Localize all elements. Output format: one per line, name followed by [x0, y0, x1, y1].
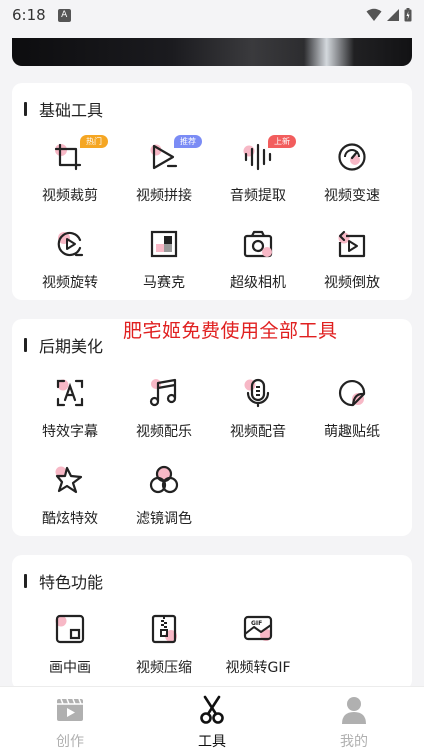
tool-label: 视频裁剪 — [42, 188, 98, 204]
gif-icon: GIF — [243, 615, 273, 641]
person-icon — [342, 697, 366, 724]
reverse-icon — [338, 230, 366, 258]
section-basic-tools: 基础工具 热门 视频裁剪 推荐 视频拼接 上新 音频提取 视频变速 视频旋转 马… — [12, 83, 412, 300]
tool-video-compress[interactable]: 视频压缩 — [117, 609, 211, 689]
status-bar: 6:18 A — [0, 0, 424, 30]
badge-recommend: 推荐 — [174, 135, 202, 148]
top-banner[interactable] — [12, 38, 412, 66]
tool-label: 滤镜调色 — [136, 511, 192, 527]
tab-create[interactable]: 创作 — [20, 687, 120, 755]
tool-picture-in-picture[interactable]: 画中画 — [23, 609, 117, 689]
tool-label: 音频提取 — [230, 188, 286, 204]
status-time: 6:18 — [12, 6, 46, 24]
microphone-icon — [244, 378, 270, 408]
tool-super-camera[interactable]: 超级相机 — [211, 224, 305, 304]
section-featured: 特色功能 画中画 视频压缩 GIF 视频转GIF — [12, 555, 412, 690]
section-title: 基础工具 — [24, 97, 103, 121]
badge-new: 上新 — [268, 135, 296, 148]
tool-video-music[interactable]: 视频配乐 — [117, 373, 211, 453]
tool-video-crop[interactable]: 热门 视频裁剪 — [23, 135, 117, 217]
tool-label: 萌趣贴纸 — [324, 424, 380, 440]
tool-label: 视频拼接 — [136, 188, 192, 204]
tool-fun-sticker[interactable]: 萌趣贴纸 — [305, 373, 399, 453]
tool-video-splice[interactable]: 推荐 视频拼接 — [117, 135, 211, 217]
tool-label: 视频压缩 — [136, 660, 192, 676]
filter-circles-icon — [149, 465, 179, 494]
bottom-tab-bar: 创作 工具 我的 — [0, 686, 424, 755]
tool-label: 视频旋转 — [42, 275, 98, 291]
section-title: 后期美化 — [24, 333, 103, 357]
tool-video-reverse[interactable]: 视频倒放 — [305, 224, 399, 304]
tab-label: 工具 — [198, 734, 226, 750]
section-title: 特色功能 — [24, 569, 103, 593]
tab-mine[interactable]: 我的 — [304, 687, 404, 755]
signal-icon — [387, 9, 399, 21]
tab-label: 创作 — [56, 734, 84, 750]
tool-video-speed[interactable]: 视频变速 — [305, 137, 399, 217]
tool-cool-effect[interactable]: 酷炫特效 — [23, 460, 117, 540]
promo-overlay-text: 肥宅姬免费使用全部工具 — [123, 320, 338, 342]
tool-mosaic[interactable]: 马赛克 — [117, 224, 211, 304]
subtitle-icon — [56, 379, 84, 407]
rotate-play-icon — [57, 231, 84, 257]
tool-label: 画中画 — [49, 660, 91, 676]
tool-label: 超级相机 — [230, 275, 286, 291]
scissors-icon — [200, 695, 224, 724]
tool-label: 特效字幕 — [42, 424, 98, 440]
camera-icon — [243, 230, 273, 258]
tool-label: 视频配乐 — [136, 424, 192, 440]
tab-tools[interactable]: 工具 — [162, 687, 262, 755]
music-note-icon — [149, 378, 177, 407]
film-play-icon — [57, 698, 83, 721]
section-post-beautify: 后期美化 特效字幕 视频配乐 视频配音 萌趣贴纸 酷炫特效 滤镜调色 — [12, 319, 412, 536]
tool-label: 视频配音 — [230, 424, 286, 440]
tool-label: 视频倒放 — [324, 275, 380, 291]
tool-label: 视频变速 — [324, 188, 380, 204]
svg-text:GIF: GIF — [251, 620, 262, 627]
tool-label: 酷炫特效 — [42, 511, 98, 527]
badge-hot: 热门 — [80, 135, 108, 148]
battery-icon — [404, 8, 412, 22]
tool-label: 视频转GIF — [225, 660, 291, 676]
tool-effect-subtitle[interactable]: 特效字幕 — [23, 373, 117, 453]
status-indicators — [366, 8, 412, 22]
tool-filter-color[interactable]: 滤镜调色 — [117, 460, 211, 540]
tool-label: 马赛克 — [143, 275, 185, 291]
notification-badge-icon: A — [57, 8, 71, 22]
tool-video-to-gif[interactable]: GIF 视频转GIF — [211, 609, 305, 689]
compress-zip-icon — [151, 614, 177, 644]
tool-video-rotate[interactable]: 视频旋转 — [23, 224, 117, 304]
tab-label: 我的 — [340, 734, 368, 750]
speedometer-icon — [338, 143, 366, 171]
mosaic-icon — [150, 230, 178, 258]
tool-audio-extract[interactable]: 上新 音频提取 — [211, 135, 305, 217]
tool-video-dubbing[interactable]: 视频配音 — [211, 373, 305, 453]
wifi-icon — [366, 8, 382, 21]
sticker-icon — [338, 379, 366, 407]
star-effect-icon — [55, 466, 83, 494]
picture-in-picture-icon — [55, 614, 85, 644]
